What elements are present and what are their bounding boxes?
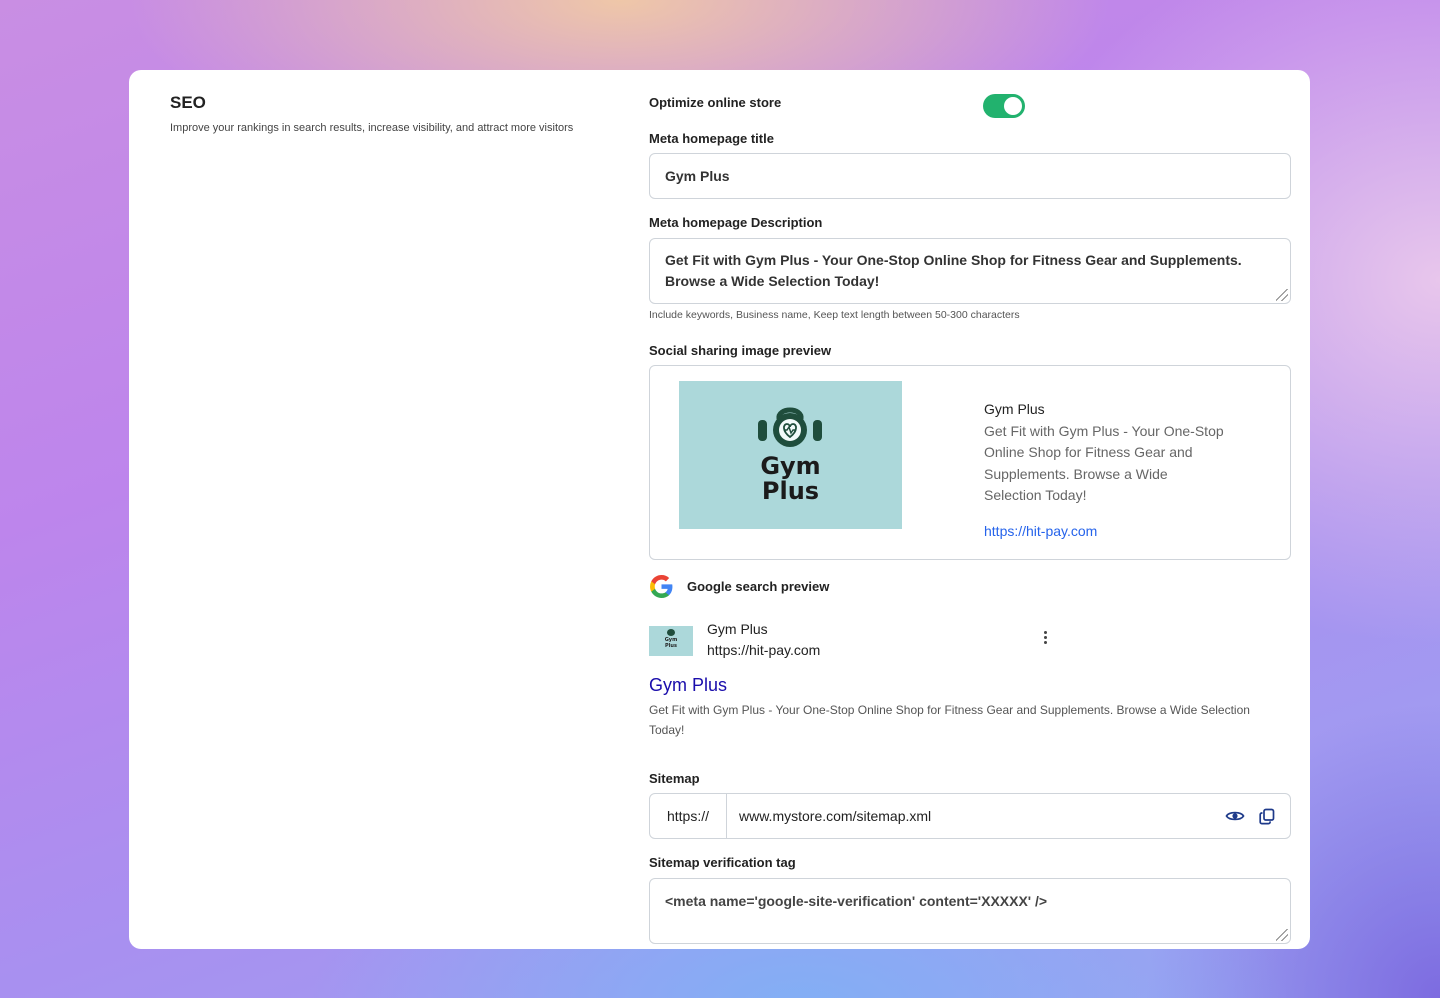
- resize-handle[interactable]: [1276, 929, 1288, 941]
- verification-tag-label: Sitemap verification tag: [649, 855, 796, 870]
- meta-description-textarea[interactable]: Get Fit with Gym Plus - Your One-Stop On…: [649, 238, 1291, 304]
- google-preview-label: Google search preview: [687, 579, 830, 594]
- search-result-site-url: https://hit-pay.com: [707, 642, 821, 658]
- seo-settings-card: SEO Improve your rankings in search resu…: [129, 70, 1310, 949]
- search-result-title[interactable]: Gym Plus: [649, 675, 727, 696]
- verification-tag-textarea[interactable]: <meta name='google-site-verification' co…: [649, 878, 1291, 944]
- meta-description-helper: Include keywords, Business name, Keep te…: [649, 309, 1020, 321]
- sitemap-field: https:// www.mystore.com/sitemap.xml: [649, 793, 1291, 839]
- sitemap-label: Sitemap: [649, 771, 700, 786]
- sitemap-prefix: https://: [650, 794, 727, 838]
- social-preview-text: Gym Plus Get Fit with Gym Plus - Your On…: [984, 399, 1224, 542]
- search-result-description: Get Fit with Gym Plus - Your One-Stop On…: [649, 703, 1250, 737]
- optimize-store-toggle[interactable]: [983, 94, 1025, 118]
- social-preview-label: Social sharing image preview: [649, 343, 832, 358]
- social-preview-name: Gym Plus: [984, 401, 1045, 417]
- verification-tag-text: <meta name='google-site-verification' co…: [665, 893, 1048, 909]
- meta-title-input[interactable]: Gym Plus: [649, 153, 1291, 199]
- resize-handle[interactable]: [1276, 289, 1288, 301]
- meta-description-text: Get Fit with Gym Plus - Your One-Stop On…: [665, 252, 1242, 289]
- copy-icon: [1259, 808, 1275, 824]
- search-result-site-name: Gym Plus: [707, 621, 768, 637]
- meta-title-label: Meta homepage title: [649, 131, 774, 146]
- kettlebell-icon: [758, 407, 822, 447]
- social-preview-image: Gym Plus: [679, 381, 902, 529]
- social-preview-description: Get Fit with Gym Plus - Your One-Stop On…: [984, 422, 1224, 504]
- social-preview-url[interactable]: https://hit-pay.com: [984, 521, 1224, 543]
- more-vertical-icon[interactable]: [1037, 631, 1053, 649]
- view-sitemap-button[interactable]: [1219, 794, 1251, 838]
- toggle-knob: [1004, 97, 1022, 115]
- copy-sitemap-button[interactable]: [1251, 794, 1283, 838]
- meta-description-label: Meta homepage Description: [649, 215, 823, 230]
- thumb-line2: Plus: [665, 643, 677, 649]
- social-preview-card: Gym Plus Gym Plus Get Fit with Gym Plus …: [649, 365, 1291, 560]
- google-icon: [650, 575, 673, 598]
- search-result-thumbnail: Gym Plus: [649, 626, 693, 656]
- thumbnail-kettlebell: [667, 629, 675, 636]
- section-title: SEO: [170, 93, 206, 112]
- logo-line2: Plus: [761, 477, 820, 505]
- section-subtitle: Improve your rankings in search results,…: [170, 122, 574, 134]
- sitemap-input[interactable]: www.mystore.com/sitemap.xml: [727, 794, 1219, 838]
- optimize-store-label: Optimize online store: [649, 95, 782, 110]
- eye-icon: [1225, 811, 1245, 821]
- logo-line1: Gym: [760, 452, 821, 480]
